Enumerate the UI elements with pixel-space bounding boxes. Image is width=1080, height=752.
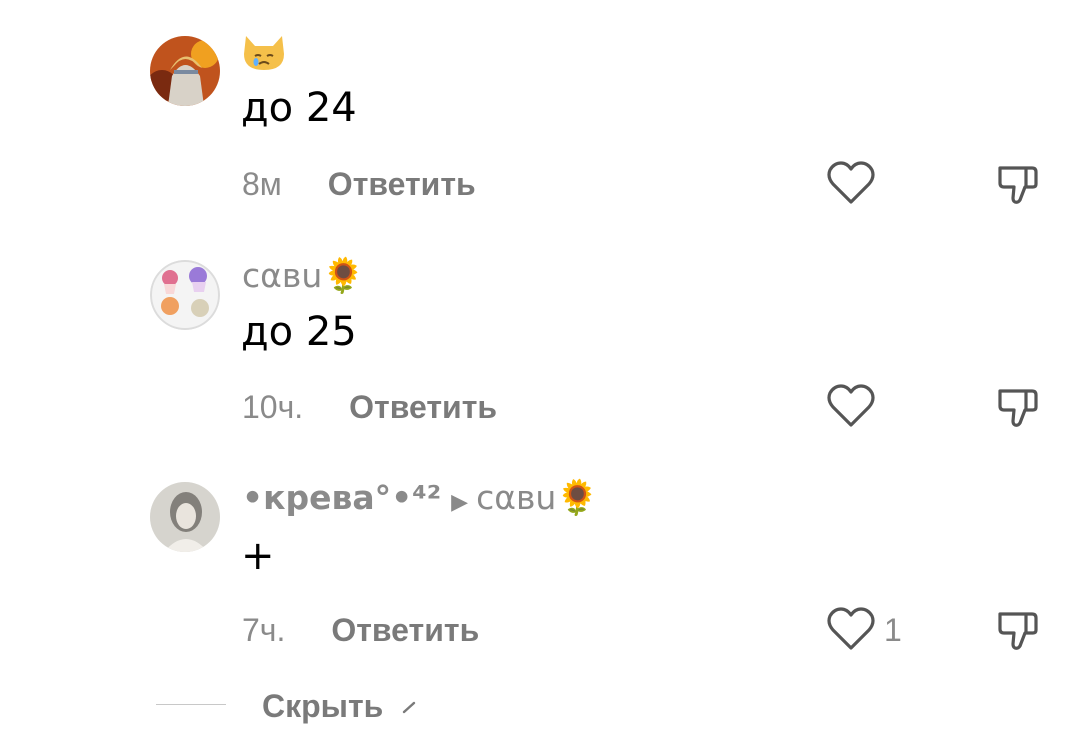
comment-time: 7ч. (242, 612, 286, 648)
username[interactable]: cαвu🌻 (242, 256, 365, 296)
chevron-up-icon[interactable] (402, 700, 416, 714)
comment-meta: 7ч. Ответить (242, 610, 479, 650)
heart-icon[interactable] (826, 606, 876, 652)
comment-time: 10ч. (242, 389, 304, 425)
avatar[interactable] (150, 482, 220, 552)
avatar-image (150, 482, 220, 552)
thumbs-down-icon[interactable] (996, 608, 1040, 652)
reply-button[interactable]: Ответить (331, 612, 479, 648)
reply-to-username[interactable]: cαвu (476, 478, 556, 517)
hide-replies-row[interactable]: Скрыть (0, 680, 1080, 730)
comment-text: до 25 (241, 309, 357, 355)
heart-icon[interactable] (826, 383, 876, 429)
comments-thread: до 24 8м Ответить cαвu🌻 до 25 10ч. Ответ… (0, 0, 1080, 752)
sunflower-icon: 🌻 (556, 478, 599, 518)
avatar[interactable] (150, 260, 220, 330)
username-text: •крева°•⁴² (242, 478, 442, 517)
caret-right-icon: ▶ (451, 490, 469, 515)
hide-replies-button[interactable]: Скрыть (262, 686, 383, 726)
thumbs-down-icon[interactable] (996, 385, 1040, 429)
comment-text: + (241, 533, 275, 579)
like-count: 1 (884, 612, 902, 648)
comment-3: •крева°•⁴² ▶ cαвu🌻 + 7ч. Ответить 1 (0, 0, 1080, 650)
divider (156, 704, 226, 705)
username-text: cαвu (242, 256, 323, 295)
reply-button[interactable]: Ответить (349, 389, 497, 425)
comment-meta: 10ч. Ответить (242, 387, 497, 427)
username[interactable]: •крева°•⁴² ▶ cαвu🌻 (242, 478, 599, 523)
sunflower-icon: 🌻 (322, 256, 365, 296)
avatar-image (150, 260, 220, 330)
